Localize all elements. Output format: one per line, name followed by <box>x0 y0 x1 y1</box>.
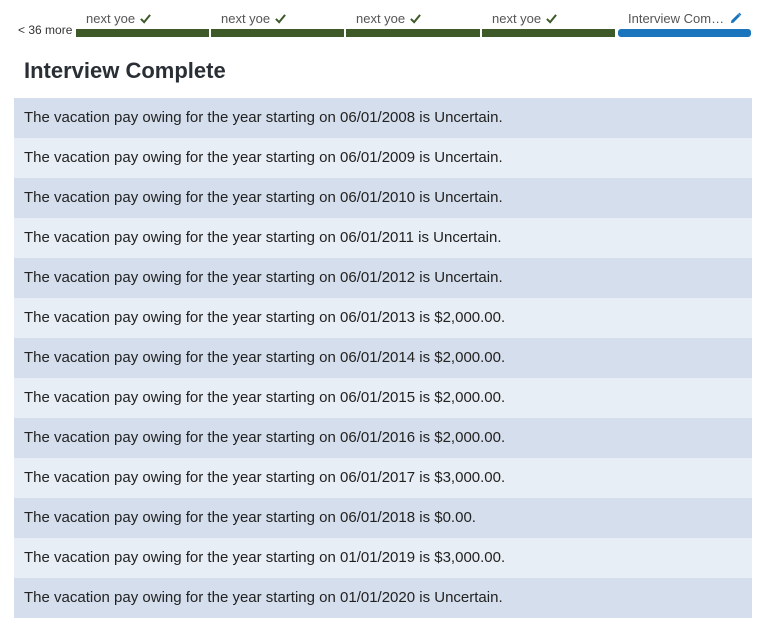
more-steps-link[interactable]: < 36 more <box>18 23 72 37</box>
step-label: next yoe <box>492 11 542 26</box>
result-row: The vacation pay owing for the year star… <box>14 138 752 178</box>
result-row: The vacation pay owing for the year star… <box>14 258 752 298</box>
result-row: The vacation pay owing for the year star… <box>14 298 752 338</box>
check-icon <box>546 14 558 24</box>
result-row: The vacation pay owing for the year star… <box>14 578 752 618</box>
step-next-yoe-2[interactable]: next yoe <box>211 0 344 38</box>
result-row: The vacation pay owing for the year star… <box>14 338 752 378</box>
result-row: The vacation pay owing for the year star… <box>14 418 752 458</box>
progress-navigation: < 36 more next yoe next yoe next yoe nex… <box>0 0 764 40</box>
step-label: next yoe <box>356 11 406 26</box>
result-row: The vacation pay owing for the year star… <box>14 98 752 138</box>
result-row: The vacation pay owing for the year star… <box>14 378 752 418</box>
step-label: next yoe <box>86 11 136 26</box>
step-label: next yoe <box>221 11 271 26</box>
result-row: The vacation pay owing for the year star… <box>14 498 752 538</box>
page-title: Interview Complete <box>24 58 226 83</box>
result-row: The vacation pay owing for the year star… <box>14 218 752 258</box>
step-progress-bar <box>76 29 209 37</box>
result-row: The vacation pay owing for the year star… <box>14 458 752 498</box>
step-next-yoe-3[interactable]: next yoe <box>346 0 480 38</box>
results-list: The vacation pay owing for the year star… <box>14 98 752 618</box>
step-next-yoe-4[interactable]: next yoe <box>482 0 615 38</box>
step-progress-bar <box>211 29 344 37</box>
check-icon <box>140 14 152 24</box>
step-interview-complete[interactable]: Interview Com… <box>618 0 751 38</box>
step-progress-bar <box>618 29 751 37</box>
step-progress-bar <box>482 29 615 37</box>
step-progress-bar <box>346 29 480 37</box>
result-row: The vacation pay owing for the year star… <box>14 178 752 218</box>
result-row: The vacation pay owing for the year star… <box>14 538 752 578</box>
check-icon <box>275 14 287 24</box>
step-label: Interview Com… <box>628 11 725 26</box>
step-next-yoe-1[interactable]: next yoe <box>76 0 209 38</box>
check-icon <box>410 14 422 24</box>
pencil-icon <box>730 12 742 24</box>
